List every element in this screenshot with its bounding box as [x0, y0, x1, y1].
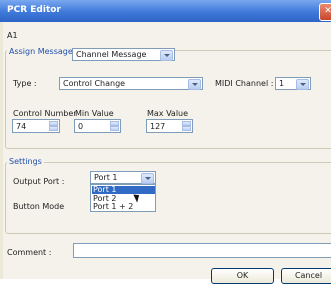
max-value-label: Max Value — [147, 109, 189, 118]
control-number-label: Control Number — [13, 109, 77, 118]
min-value-stepper[interactable]: 0 — [74, 119, 121, 133]
midi-channel-label: MIDI Channel : — [215, 79, 274, 88]
title-bar[interactable]: PCR Editor ✕ — [0, 0, 331, 22]
message-select-value: Channel Message — [76, 50, 147, 59]
output-port-value: Port 1 — [94, 173, 118, 182]
assign-message-group — [5, 50, 331, 149]
chevron-down-icon[interactable] — [188, 79, 201, 90]
control-number-stepper[interactable]: 74 — [12, 119, 60, 133]
cancel-button[interactable]: Cancel — [281, 268, 331, 284]
min-value-label: Min Value — [75, 109, 114, 118]
settings-group — [5, 162, 331, 234]
settings-legend: Settings — [7, 157, 44, 166]
close-button[interactable]: ✕ — [319, 3, 331, 21]
ok-button[interactable]: OK — [211, 268, 274, 284]
triangle-down-icon[interactable] — [49, 126, 58, 131]
comment-field[interactable] — [73, 243, 331, 258]
section-name: A1 — [7, 31, 18, 40]
max-value: 127 — [150, 122, 166, 131]
midi-channel-value: 1 — [279, 79, 285, 88]
button-mode-label: Button Mode — [13, 202, 65, 211]
assign-message-legend: Assign Message : — [7, 47, 81, 56]
type-label: Type : — [13, 79, 37, 88]
midi-channel-select[interactable]: 1 — [275, 77, 311, 90]
chevron-down-icon[interactable] — [296, 79, 309, 90]
pcr-editor-dialog: PCR Editor ✕ A1 Assign Message : Channel… — [0, 0, 331, 284]
chevron-down-icon[interactable] — [141, 173, 154, 184]
triangle-down-icon[interactable] — [182, 126, 191, 131]
output-port-label: Output Port : — [13, 177, 65, 186]
max-value-stepper[interactable]: 127 — [146, 119, 193, 133]
message-select[interactable]: Channel Message — [72, 48, 175, 61]
min-value: 0 — [78, 122, 84, 131]
type-select[interactable]: Control Change — [59, 77, 203, 90]
option-port-1[interactable]: Port 1 — [92, 186, 155, 194]
type-select-value: Control Change — [63, 79, 126, 88]
output-port-dropdown-list: Port 1 Port 2 Port 1 + 2 — [90, 184, 156, 212]
comment-label: Comment : — [7, 248, 52, 257]
triangle-down-icon[interactable] — [110, 126, 119, 131]
option-port-1-plus-2[interactable]: Port 1 + 2 — [92, 203, 155, 211]
window-title: PCR Editor — [7, 5, 61, 15]
chevron-down-icon[interactable] — [160, 50, 173, 61]
control-number-value: 74 — [16, 122, 27, 131]
output-port-select[interactable]: Port 1 — [90, 171, 156, 184]
close-icon: ✕ — [324, 6, 331, 16]
dialog-client: A1 Assign Message : Channel Message Type… — [3, 22, 331, 284]
